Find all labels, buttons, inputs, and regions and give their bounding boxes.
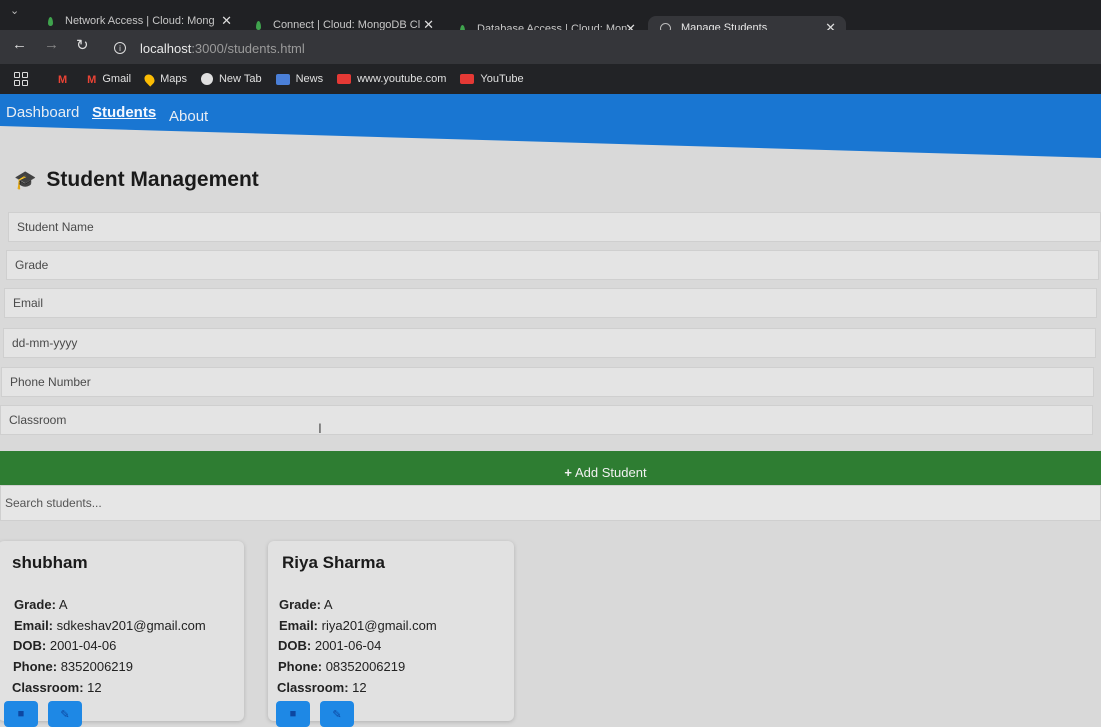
news-icon bbox=[275, 73, 290, 85]
bookmark-maps[interactable]: Maps bbox=[142, 71, 187, 87]
field-value: 2001-04-06 bbox=[49, 638, 117, 654]
pencil-icon: ✎ bbox=[332, 708, 342, 721]
nav-link-students[interactable]: Students bbox=[92, 104, 156, 121]
add-student-label: Add Student bbox=[575, 464, 647, 480]
browser-toolbar: ← → ↻ i localhost :3000/students.html bbox=[0, 30, 1101, 64]
nav-link-about[interactable]: About bbox=[169, 108, 208, 125]
globe-icon bbox=[200, 73, 213, 85]
student-grade-row: Grade: A bbox=[14, 595, 234, 616]
reload-icon[interactable]: ↻ bbox=[76, 36, 89, 54]
field-label: DOB: bbox=[278, 638, 312, 654]
address-bar[interactable]: i localhost :3000/students.html bbox=[100, 34, 1095, 62]
dob-date-input[interactable]: dd-mm-yyyy bbox=[3, 328, 1096, 358]
trash-icon: ■ bbox=[17, 708, 25, 720]
field-label: Grade: bbox=[14, 597, 56, 612]
field-label: Email: bbox=[14, 617, 54, 633]
phone-number-input[interactable]: Phone Number bbox=[1, 367, 1094, 397]
pencil-icon: ✎ bbox=[60, 708, 70, 721]
field-value: 08352006219 bbox=[325, 659, 406, 675]
student-name-input[interactable]: Student Name bbox=[8, 212, 1101, 242]
youtube-icon bbox=[460, 74, 475, 84]
field-value: riya201@gmail.com bbox=[321, 617, 437, 633]
student-name: shubham bbox=[12, 553, 88, 572]
card-actions: ■ ✎ bbox=[4, 701, 82, 727]
tab-title: Network Access | Cloud: Mong bbox=[65, 15, 215, 27]
youtube-icon bbox=[337, 74, 352, 84]
close-tab-icon[interactable]: ✕ bbox=[221, 13, 232, 29]
bookmark-label: News bbox=[295, 73, 324, 85]
forward-arrow-icon[interactable]: → bbox=[44, 36, 59, 53]
card-actions: ■ ✎ bbox=[276, 701, 354, 727]
bookmark-label: Gmail bbox=[102, 73, 132, 85]
search-students-input[interactable]: Search students... bbox=[0, 485, 1101, 521]
delete-button[interactable]: ■ bbox=[276, 701, 310, 727]
delete-button[interactable]: ■ bbox=[4, 701, 38, 727]
bookmark-label: New Tab bbox=[218, 73, 262, 85]
nav-link-dashboard[interactable]: Dashboard bbox=[6, 104, 79, 121]
mongodb-leaf-icon bbox=[256, 20, 261, 30]
field-value: 12 bbox=[352, 679, 367, 695]
tab-search-chevron-icon[interactable]: ⌄ bbox=[10, 4, 19, 17]
field-value: A bbox=[58, 597, 68, 612]
field-value: A bbox=[323, 597, 333, 612]
field-value: 8352006219 bbox=[60, 659, 133, 675]
bookmark-gmail[interactable]: M Gmail bbox=[87, 73, 132, 86]
field-value: sdkeshav201@gmail.com bbox=[56, 617, 206, 633]
classroom-input[interactable]: Classroom bbox=[0, 405, 1093, 435]
field-value: 2001-06-04 bbox=[314, 638, 382, 654]
plus-icon: + bbox=[564, 464, 573, 480]
text-cursor-icon: I bbox=[318, 420, 322, 436]
bookmark-gmail-alt[interactable]: M bbox=[58, 74, 73, 86]
field-label: Phone: bbox=[278, 659, 323, 675]
student-card: shubham Grade: A Email: sdkeshav201@gmai… bbox=[0, 541, 244, 727]
bookmark-news[interactable]: News bbox=[275, 73, 324, 85]
bookmark-label: YouTube bbox=[480, 73, 524, 85]
page-title: 🎓 Student Management bbox=[14, 168, 259, 192]
grade-input[interactable]: Grade bbox=[6, 250, 1099, 280]
mongodb-leaf-icon bbox=[48, 16, 53, 26]
bookmark-new-tab[interactable]: New Tab bbox=[200, 73, 262, 85]
edit-button[interactable]: ✎ bbox=[48, 701, 82, 727]
bookmark-label: www.youtube.com bbox=[357, 73, 447, 85]
student-name: Riya Sharma bbox=[282, 553, 385, 572]
student-classroom-row: Classroom: 12 bbox=[12, 678, 234, 699]
student-dob-row: DOB: 2001-04-06 bbox=[13, 636, 234, 657]
student-phone-row: Phone: 08352006219 bbox=[278, 657, 504, 678]
apps-grid-icon[interactable] bbox=[14, 72, 28, 86]
maps-pin-icon bbox=[142, 71, 157, 87]
bookmark-youtube-url[interactable]: www.youtube.com bbox=[337, 73, 446, 85]
field-label: Phone: bbox=[13, 659, 58, 675]
student-email-row: Email: riya201@gmail.com bbox=[279, 616, 504, 637]
student-email-row: Email: sdkeshav201@gmail.com bbox=[14, 616, 234, 637]
url-host: localhost bbox=[140, 40, 192, 56]
site-info-icon[interactable]: i bbox=[114, 42, 126, 54]
field-label: Email: bbox=[279, 617, 319, 633]
field-label: Classroom: bbox=[12, 679, 84, 695]
trash-icon: ■ bbox=[289, 708, 297, 720]
bookmark-label: Maps bbox=[160, 73, 187, 85]
edit-button[interactable]: ✎ bbox=[320, 701, 354, 727]
student-classroom-row: Classroom: 12 bbox=[277, 678, 504, 699]
field-value: 12 bbox=[87, 679, 102, 695]
student-grade-row: Grade: A bbox=[279, 595, 504, 616]
bookmark-youtube[interactable]: YouTube bbox=[460, 73, 524, 85]
student-phone-row: Phone: 8352006219 bbox=[13, 657, 234, 678]
field-label: Grade: bbox=[279, 597, 321, 612]
field-label: DOB: bbox=[13, 638, 47, 654]
page-title-text: Student Management bbox=[46, 168, 259, 191]
student-card: Riya Sharma Grade: A Email: riya201@gmai… bbox=[268, 541, 514, 727]
back-arrow-icon[interactable]: ← bbox=[12, 36, 27, 53]
graduation-cap-icon: 🎓 bbox=[14, 169, 37, 190]
gmail-icon: M bbox=[58, 74, 68, 86]
bookmarks-bar: M M Gmail Maps New Tab News www.youtube.… bbox=[0, 64, 1101, 94]
field-label: Classroom: bbox=[277, 679, 349, 695]
url-path: :3000/students.html bbox=[191, 40, 305, 56]
app-navbar: Dashboard Students About bbox=[0, 94, 1101, 158]
gmail-icon: M bbox=[87, 74, 97, 86]
student-dob-row: DOB: 2001-06-04 bbox=[278, 636, 504, 657]
email-input[interactable]: Email bbox=[4, 288, 1097, 318]
